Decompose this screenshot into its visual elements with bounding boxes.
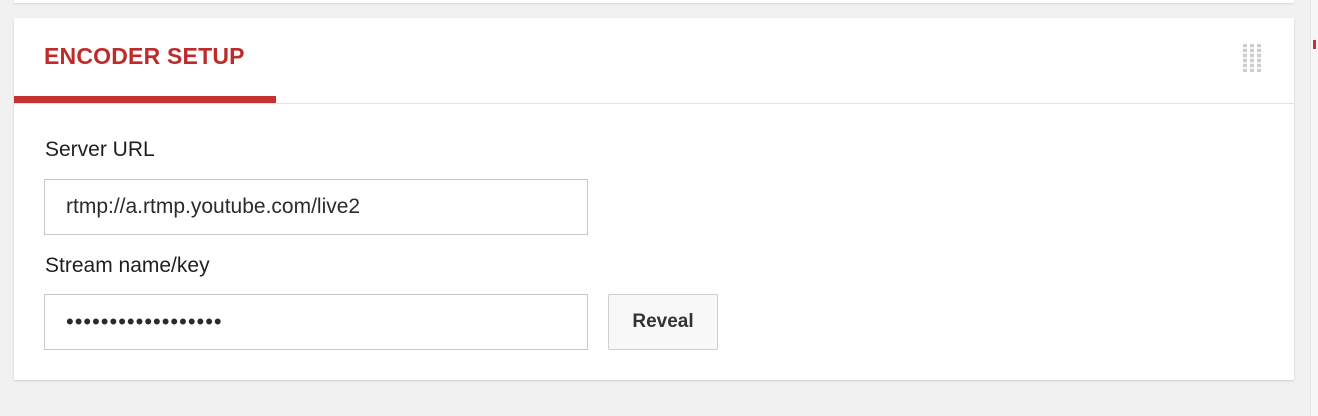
server-url-input[interactable] xyxy=(44,179,588,235)
server-url-label: Server URL xyxy=(45,138,155,161)
card-header: ENCODER SETUP xyxy=(14,18,1294,104)
active-tab-indicator xyxy=(14,96,276,103)
right-panel-edge xyxy=(1310,0,1318,416)
stream-key-label: Stream name/key xyxy=(45,254,210,277)
tab-encoder-setup[interactable]: ENCODER SETUP xyxy=(44,43,245,70)
previous-card-edge xyxy=(14,0,1294,3)
drag-handle-icon[interactable] xyxy=(1238,44,1266,72)
encoder-setup-card: ENCODER SETUP Server URL Stream name/key… xyxy=(14,18,1294,380)
reveal-button[interactable]: Reveal xyxy=(608,294,718,350)
stream-key-input[interactable] xyxy=(44,294,588,350)
right-accent-marker xyxy=(1313,40,1316,49)
